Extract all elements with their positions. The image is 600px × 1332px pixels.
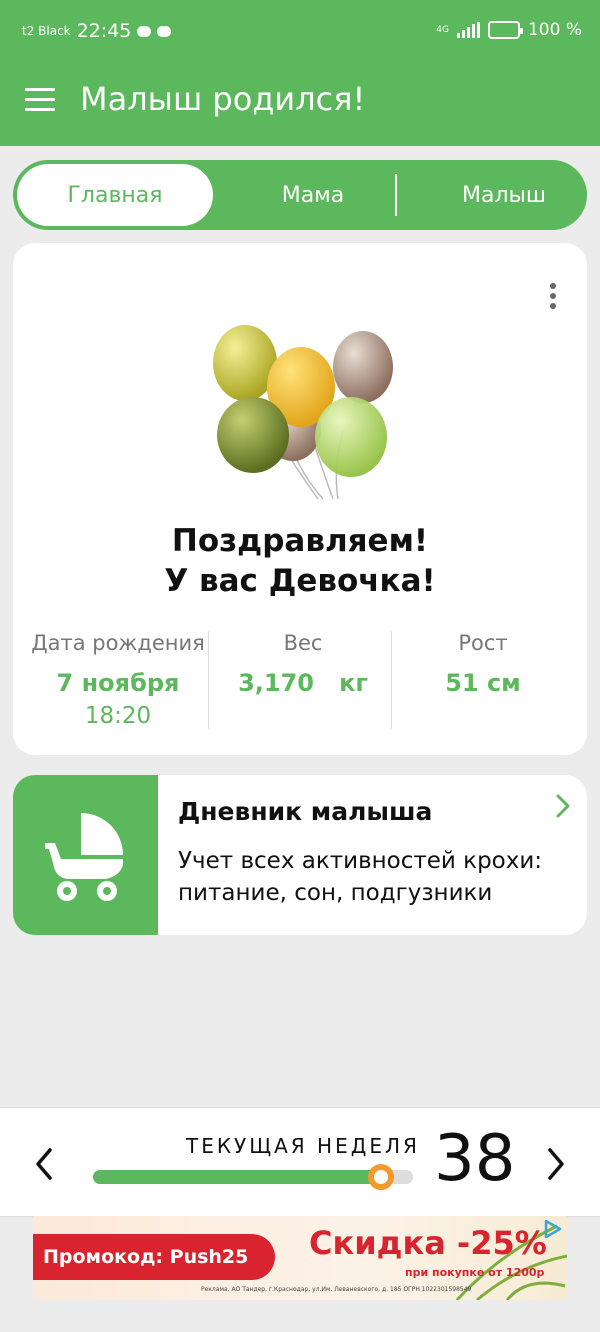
congrats-line-2: У вас Девочка!	[164, 563, 436, 599]
tab-divider	[395, 174, 397, 216]
ad-condition: при покупке от 1200р	[405, 1266, 545, 1279]
stat-birth-date: Дата рождения 7 ноября 18:20	[23, 631, 213, 729]
network-type: 4G	[436, 24, 449, 35]
baby-diary-card[interactable]: Дневник малыша Учет всех активностей кро…	[13, 775, 587, 935]
stats-divider	[391, 631, 392, 729]
stat-height: Рост 51 см	[393, 631, 573, 697]
current-week-bar: ТЕКУЩАЯ НЕДЕЛЯ 38	[0, 1107, 600, 1217]
signal-icon	[456, 22, 480, 38]
carrier-name: t2 Black	[22, 24, 71, 38]
birth-date-value: 7 ноября	[56, 669, 180, 697]
height-label: Рост	[458, 631, 508, 655]
diary-title: Дневник малыша	[178, 797, 433, 826]
tab-main[interactable]: Главная	[17, 164, 213, 226]
week-progress-knob[interactable]	[368, 1164, 394, 1190]
app-header: t2 Black 22:45 4G 100 % Малыш родился!	[0, 0, 600, 146]
message-notification-icon	[137, 25, 152, 37]
menu-icon[interactable]	[25, 88, 55, 112]
weight-value: 3,170 кг	[238, 669, 368, 697]
stat-weight: Вес 3,170 кг	[213, 631, 393, 697]
congrats-message: Поздравляем! У вас Девочка!	[13, 521, 587, 601]
ad-choices-icon[interactable]	[541, 1218, 563, 1240]
status-time: 22:45	[76, 20, 132, 42]
more-options-icon[interactable]	[547, 283, 559, 313]
tab-baby[interactable]: Малыш	[409, 160, 599, 230]
chat-notification-icon	[157, 25, 172, 37]
week-progress-track	[93, 1164, 413, 1190]
stroller-icon	[45, 813, 123, 901]
previous-week-button[interactable]	[30, 1146, 58, 1182]
congrats-line-1: Поздравляем!	[171, 523, 429, 559]
ad-discount: Скидка -25%	[309, 1224, 547, 1262]
app-title: Малыш родился!	[80, 80, 366, 118]
diary-description: Учет всех активностей крохи: питание, со…	[178, 848, 543, 906]
stats-divider	[208, 631, 209, 729]
balloons-image	[213, 325, 393, 500]
chevron-right-icon	[556, 794, 570, 818]
promo-code: Промокод: Push25	[33, 1234, 275, 1280]
current-week-number: 38	[434, 1122, 516, 1196]
week-progress-fill	[93, 1170, 381, 1184]
ad-banner[interactable]: Промокод: Push25 Скидка -25% при покупке…	[33, 1216, 567, 1300]
congrats-card: Поздравляем! У вас Девочка! Дата рождени…	[13, 243, 587, 755]
birth-time-value: 18:20	[84, 703, 152, 729]
battery-icon	[487, 21, 523, 39]
status-bar: t2 Black 22:45 4G 100 %	[0, 0, 600, 64]
tab-mama[interactable]: Мама	[218, 160, 408, 230]
ad-fine-print: Реклама. АО Тандер, г.Краснодар, ул.Им. …	[201, 1286, 472, 1293]
birth-date-label: Дата рождения	[31, 631, 205, 655]
weight-label: Вес	[283, 631, 323, 655]
battery-level: 100 %	[527, 20, 582, 40]
next-week-button[interactable]	[542, 1146, 570, 1182]
diary-icon-box	[13, 775, 158, 935]
tab-bar: Главная Мама Малыш	[13, 160, 587, 230]
birth-stats: Дата рождения 7 ноября 18:20 Вес 3,170 к…	[13, 631, 587, 731]
height-value: 51 см	[445, 669, 521, 697]
current-week-label: ТЕКУЩАЯ НЕДЕЛЯ	[186, 1134, 420, 1158]
